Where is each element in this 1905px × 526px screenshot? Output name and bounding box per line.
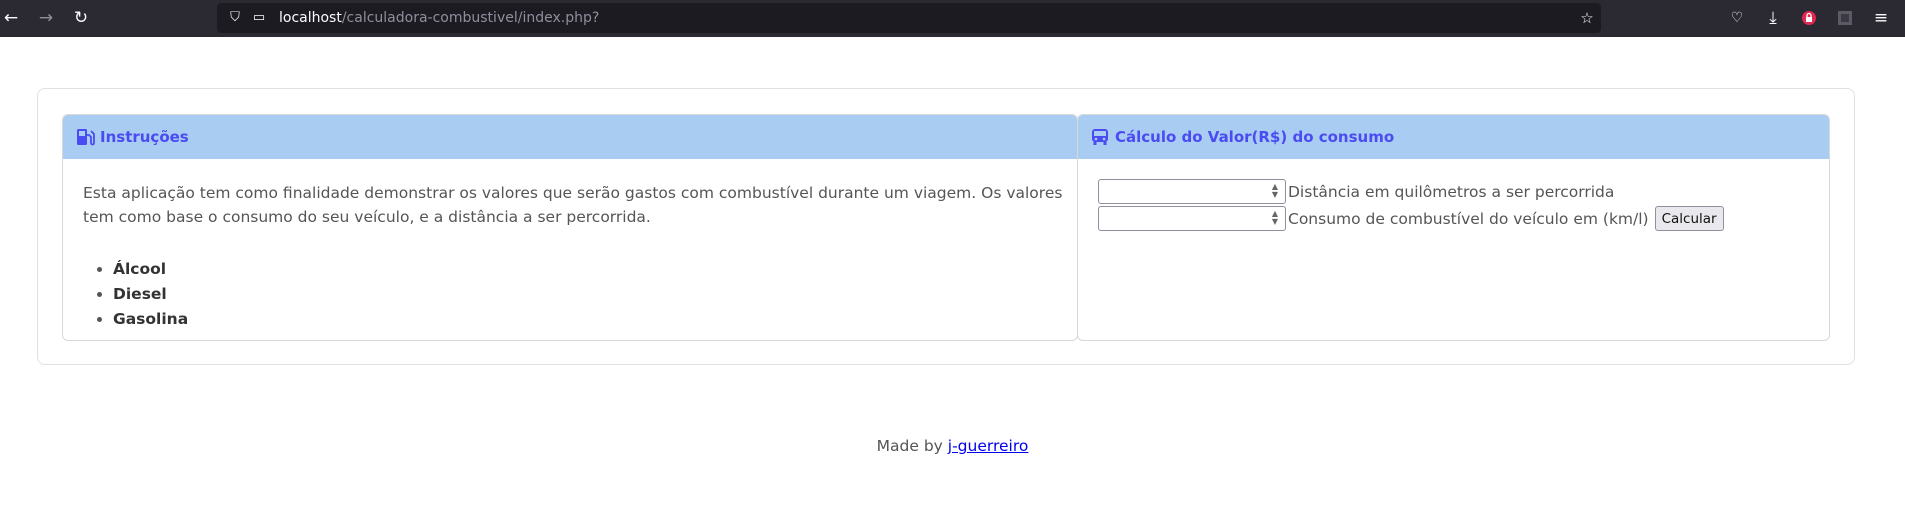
consumption-label: Consumo de combustível do veículo em (km…: [1288, 209, 1649, 228]
menu-icon[interactable]: ≡: [1870, 7, 1892, 29]
extension-icon[interactable]: [1798, 7, 1820, 29]
fuel-item: Gasolina: [113, 307, 188, 332]
back-icon[interactable]: ←: [0, 7, 22, 29]
calculator-header: Cálculo do Valor(R$) do consumo: [1078, 115, 1829, 159]
extension2-icon[interactable]: [1834, 7, 1856, 29]
distance-row: ▲ ▼ Distância em quilômetros a ser percor…: [1098, 179, 1614, 204]
fuel-list: Álcool Diesel Gasolina: [85, 257, 188, 332]
spinner-icon[interactable]: ▲ ▼: [1269, 210, 1281, 227]
fuel-item: Álcool: [113, 257, 188, 282]
instructions-header: Instruções: [63, 115, 1077, 159]
download-icon[interactable]: ⤓: [1762, 7, 1784, 29]
calculator-title: Cálculo do Valor(R$) do consumo: [1115, 128, 1395, 146]
bus-icon: [1090, 127, 1110, 147]
consumption-row: ▲ ▼ Consumo de combustível do veículo em …: [1098, 206, 1724, 231]
spinner-icon[interactable]: ▲ ▼: [1269, 183, 1281, 200]
consumption-input[interactable]: ▲ ▼: [1098, 206, 1286, 231]
distance-input[interactable]: ▲ ▼: [1098, 179, 1286, 204]
forward-icon[interactable]: →: [35, 7, 57, 29]
author-link[interactable]: j-guerreiro: [948, 437, 1029, 455]
instructions-title: Instruções: [100, 128, 189, 146]
pocket-icon[interactable]: ♡: [1726, 7, 1748, 29]
bookmark-star-icon[interactable]: ☆: [1579, 10, 1595, 26]
instructions-text: Esta aplicação tem como finalidade demon…: [83, 184, 1063, 226]
calculate-button[interactable]: Calcular: [1654, 206, 1724, 231]
fuel-item: Diesel: [113, 282, 188, 307]
distance-label: Distância em quilômetros a ser percorrid…: [1288, 182, 1615, 201]
instructions-card: Instruções Esta aplicação tem como final…: [62, 114, 1078, 341]
url-bar[interactable]: ⛉ ▭ localhost/calculadora-combustivel/in…: [217, 3, 1601, 33]
reload-icon[interactable]: ↻: [70, 7, 92, 29]
footer-prefix: Made by: [876, 437, 943, 455]
browser-toolbar: ← → ↻ ⛉ ▭ localhost/calculadora-combusti…: [0, 0, 1905, 37]
url-text[interactable]: localhost/calculadora-combustivel/index.…: [279, 3, 599, 33]
shield-icon[interactable]: ⛉: [227, 10, 243, 26]
page-icon: ▭: [252, 10, 266, 25]
gas-pump-icon: [75, 127, 95, 147]
footer: Made by j-guerreiro: [0, 437, 1905, 455]
calculator-card: Cálculo do Valor(R$) do consumo ▲ ▼ Distâ…: [1077, 114, 1830, 341]
